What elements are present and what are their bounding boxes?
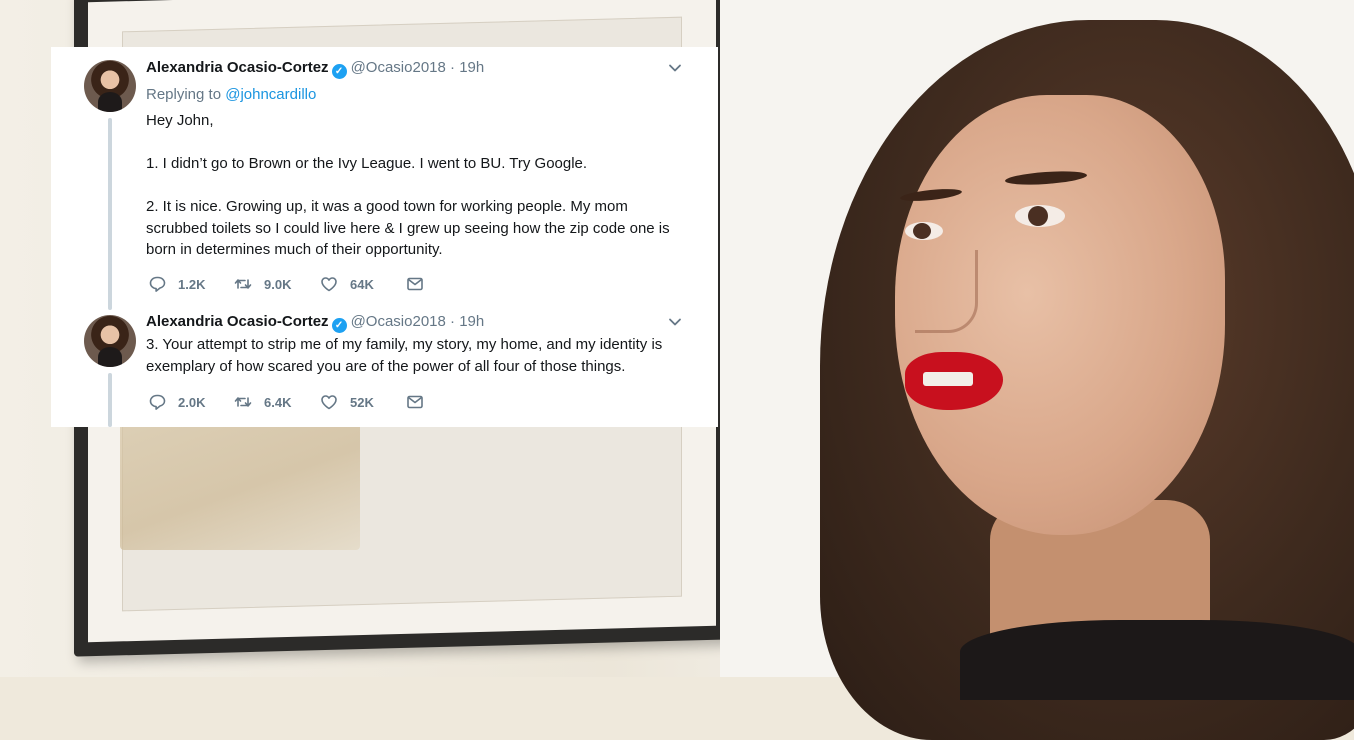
reply-bubble-icon xyxy=(149,276,166,292)
tweet-thread-card: Alexandria Ocasio-Cortez ✓ @Ocasio2018 · 1… xyxy=(51,47,718,427)
reply-count: 1.2K xyxy=(178,276,206,292)
tweet-text: 3. Your attempt to strip me of my family… xyxy=(146,334,686,377)
thread-connector-line xyxy=(108,373,112,427)
like-button[interactable]: 64K xyxy=(320,275,406,293)
handle[interactable]: @Ocasio2018 xyxy=(351,313,446,330)
replying-to: Replying to @johncardillo xyxy=(146,84,316,106)
retweet-icon xyxy=(234,279,252,289)
portrait-right-iris xyxy=(1028,206,1048,226)
tweet-paragraph: 2. It is nice. Growing up, it was a good… xyxy=(146,198,670,258)
chevron-down-icon[interactable] xyxy=(668,61,682,75)
avatar[interactable] xyxy=(84,315,136,367)
avatar[interactable] xyxy=(84,60,136,112)
timestamp[interactable]: 19h xyxy=(459,313,484,330)
portrait-left-iris xyxy=(913,223,931,239)
tweet-paragraph: 3. Your attempt to strip me of my family… xyxy=(146,336,663,375)
retweet-button[interactable]: 9.0K xyxy=(234,275,320,293)
like-button[interactable]: 52K xyxy=(320,393,406,411)
reply-button[interactable]: 1.2K xyxy=(148,275,234,293)
envelope-icon xyxy=(407,277,423,291)
tweet-actions: 1.2K 9.0K 64K xyxy=(148,274,424,294)
like-count: 64K xyxy=(350,276,374,292)
replying-to-label: Replying to xyxy=(146,86,222,103)
separator-dot: · xyxy=(450,313,456,330)
tweet-header: Alexandria Ocasio-Cortez ✓ @Ocasio2018 · 1… xyxy=(146,57,484,79)
reply-button[interactable]: 2.0K xyxy=(148,393,234,411)
heart-icon xyxy=(321,277,337,292)
direct-message-button[interactable] xyxy=(406,393,424,411)
retweet-icon xyxy=(234,397,252,407)
display-name[interactable]: Alexandria Ocasio-Cortez xyxy=(146,313,329,330)
thread-connector-line xyxy=(108,118,112,310)
heart-icon xyxy=(321,395,337,410)
verified-badge-icon: ✓ xyxy=(331,318,347,333)
tweet-text: Hey John, 1. I didn’t go to Brown or the… xyxy=(146,110,681,261)
portrait-teeth xyxy=(923,372,973,386)
like-count: 52K xyxy=(350,394,374,410)
reply-bubble-icon xyxy=(149,394,166,410)
chevron-down-icon[interactable] xyxy=(668,315,682,329)
retweet-button[interactable]: 6.4K xyxy=(234,393,320,411)
tweet-paragraph: 1. I didn’t go to Brown or the Ivy Leagu… xyxy=(146,155,588,172)
tweet-actions: 2.0K 6.4K 52K xyxy=(148,392,424,412)
tweet[interactable]: Alexandria Ocasio-Cortez ✓ @Ocasio2018 · 1… xyxy=(51,47,718,310)
timestamp[interactable]: 19h xyxy=(459,59,484,76)
tweet-paragraph: Hey John, xyxy=(146,112,214,129)
retweet-count: 6.4K xyxy=(264,394,292,410)
reply-count: 2.0K xyxy=(178,394,206,410)
separator-dot: · xyxy=(450,59,456,76)
replying-to-link[interactable]: @johncardillo xyxy=(225,86,316,103)
portrait-nose xyxy=(915,250,978,333)
retweet-count: 9.0K xyxy=(264,276,292,292)
direct-message-button[interactable] xyxy=(406,275,424,293)
tweet-header: Alexandria Ocasio-Cortez ✓ @Ocasio2018 · 1… xyxy=(146,311,484,333)
handle[interactable]: @Ocasio2018 xyxy=(351,59,446,76)
display-name[interactable]: Alexandria Ocasio-Cortez xyxy=(146,59,329,76)
tweet[interactable]: Alexandria Ocasio-Cortez ✓ @Ocasio2018 · 1… xyxy=(51,305,718,427)
portrait-shirt xyxy=(960,620,1354,700)
verified-badge-icon: ✓ xyxy=(331,64,347,79)
envelope-icon xyxy=(407,395,423,409)
